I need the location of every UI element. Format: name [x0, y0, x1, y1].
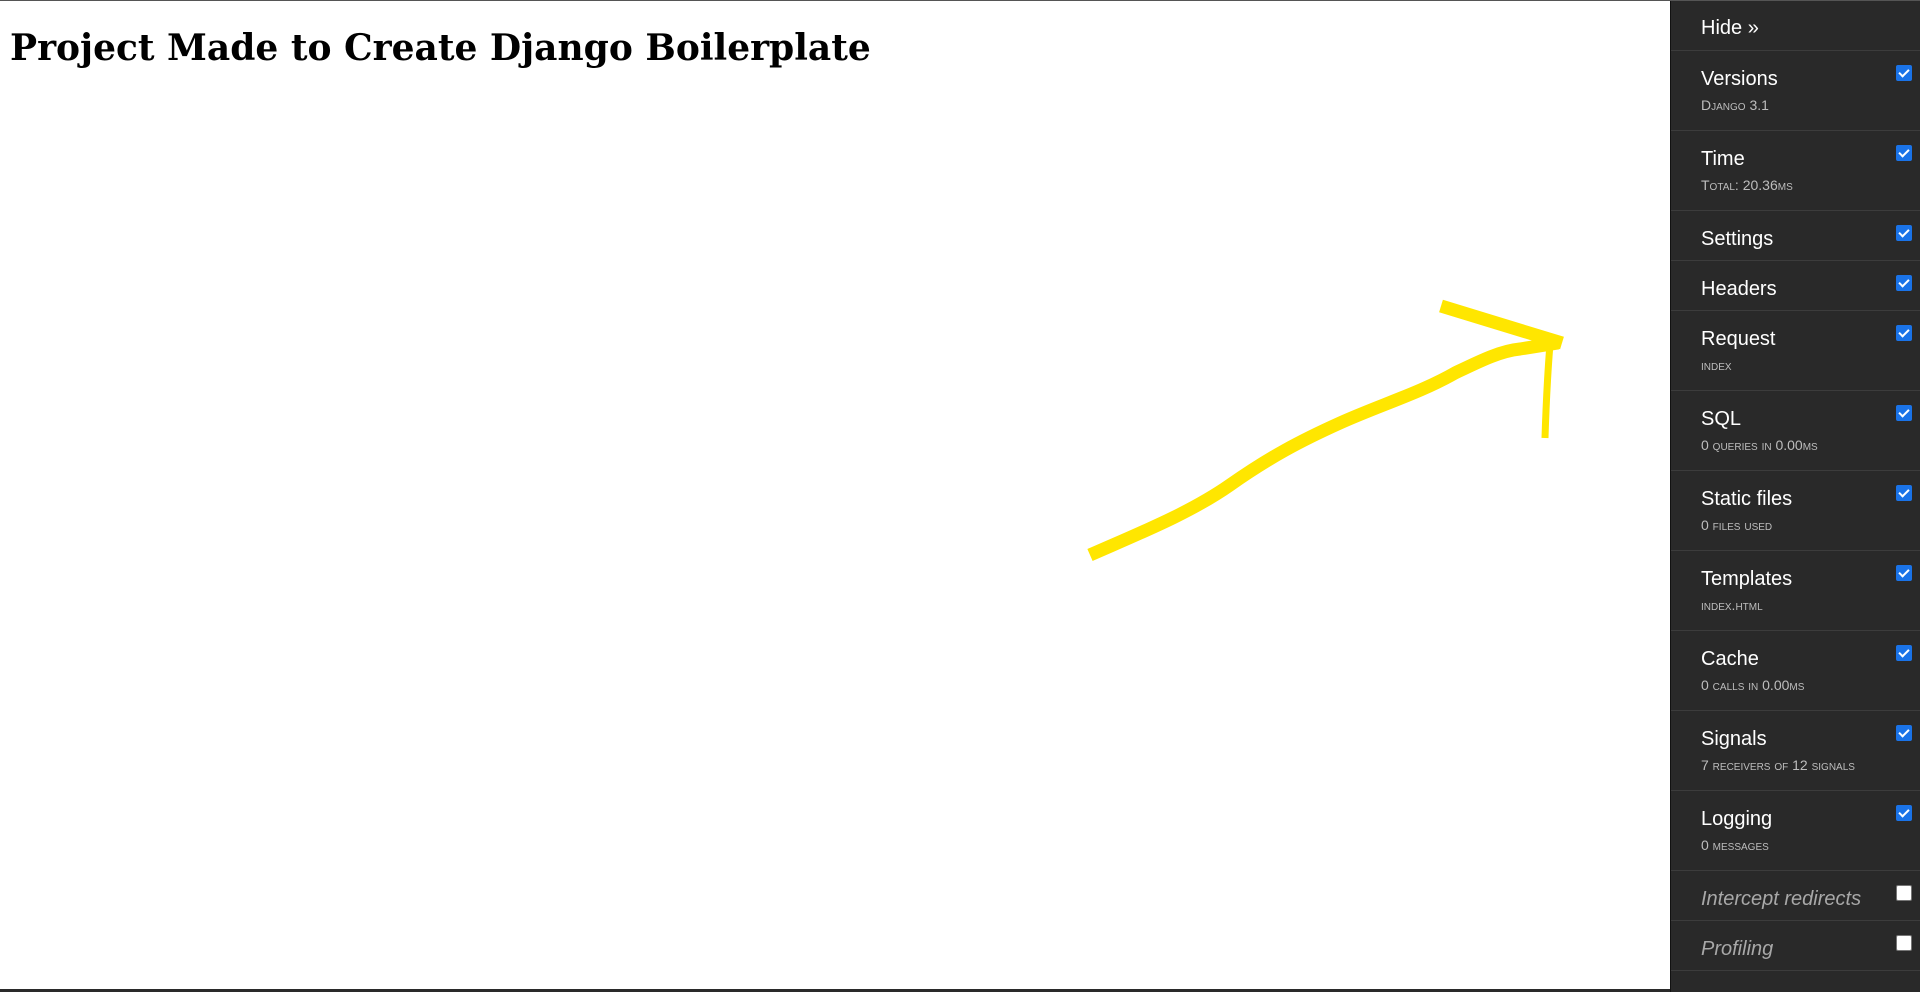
panel-templates[interactable]: Templates index.html — [1671, 551, 1920, 631]
panel-subtitle: Django 3.1 — [1701, 97, 1769, 113]
panel-title: Logging — [1701, 808, 1773, 830]
panel-versions[interactable]: Versions Django 3.1 — [1671, 51, 1920, 131]
debug-toolbar: Hide » Versions Django 3.1 Time Total: 2… — [1670, 1, 1920, 992]
panel-profiling[interactable]: Profiling — [1671, 921, 1920, 971]
panel-time[interactable]: Time Total: 20.36ms — [1671, 131, 1920, 211]
panel-title: Static files — [1701, 488, 1793, 510]
panel-toggle-checkbox[interactable] — [1896, 805, 1912, 821]
panel-toggle-checkbox[interactable] — [1896, 935, 1912, 951]
panel-subtitle: index.html — [1701, 597, 1763, 613]
panel-title: Versions — [1701, 68, 1778, 90]
panel-toggle-checkbox[interactable] — [1896, 725, 1912, 741]
panel-subtitle: 7 receivers of 12 signals — [1701, 757, 1855, 773]
yellow-arrow-annotation — [1087, 299, 1564, 561]
panel-toggle-checkbox[interactable] — [1896, 145, 1912, 161]
panel-toggle-checkbox[interactable] — [1896, 565, 1912, 581]
panel-static-files[interactable]: Static files 0 files used — [1671, 471, 1920, 551]
panel-settings[interactable]: Settings — [1671, 211, 1920, 261]
panel-title: Time — [1701, 148, 1745, 170]
arrow-shaft — [1087, 336, 1560, 561]
panel-intercept-redirects[interactable]: Intercept redirects — [1671, 871, 1920, 921]
panel-title: Templates — [1701, 568, 1793, 590]
panel-request[interactable]: Request index — [1671, 311, 1920, 391]
panel-title: Profiling — [1701, 938, 1774, 960]
panel-logging[interactable]: Logging 0 messages — [1671, 791, 1920, 871]
panel-title: Signals — [1701, 728, 1767, 750]
panel-title: SQL — [1701, 408, 1742, 430]
panel-title: Settings — [1701, 228, 1774, 250]
panel-toggle-checkbox[interactable] — [1896, 405, 1912, 421]
panel-title: Intercept redirects — [1701, 888, 1862, 910]
arrow-head-lower — [1541, 343, 1554, 439]
page: Project Made to Create Django Boilerplat… — [0, 0, 1920, 992]
page-heading: Project Made to Create Django Boilerplat… — [10, 27, 871, 69]
panel-sql[interactable]: SQL 0 queries in 0.00ms — [1671, 391, 1920, 471]
panel-toggle-checkbox[interactable] — [1896, 645, 1912, 661]
panel-title: Cache — [1701, 648, 1759, 670]
panel-toggle-checkbox[interactable] — [1896, 325, 1912, 341]
panel-toggle-checkbox[interactable] — [1896, 885, 1912, 901]
panel-toggle-checkbox[interactable] — [1896, 225, 1912, 241]
panel-toggle-checkbox[interactable] — [1896, 275, 1912, 291]
panel-headers[interactable]: Headers — [1671, 261, 1920, 311]
hide-toolbar-button[interactable]: Hide » — [1671, 1, 1920, 51]
panel-toggle-checkbox[interactable] — [1896, 485, 1912, 501]
panel-subtitle: 0 queries in 0.00ms — [1701, 437, 1818, 453]
panel-subtitle: index — [1701, 357, 1732, 373]
arrow-head-upper — [1439, 299, 1564, 350]
panel-toggle-checkbox[interactable] — [1896, 65, 1912, 81]
panel-cache[interactable]: Cache 0 calls in 0.00ms — [1671, 631, 1920, 711]
panel-subtitle: 0 files used — [1701, 517, 1773, 533]
panel-subtitle: 0 calls in 0.00ms — [1701, 677, 1805, 693]
panel-subtitle: 0 messages — [1701, 837, 1769, 853]
panel-subtitle: Total: 20.36ms — [1701, 177, 1793, 193]
panel-signals[interactable]: Signals 7 receivers of 12 signals — [1671, 711, 1920, 791]
panel-title: Headers — [1701, 278, 1777, 300]
panel-title: Request — [1701, 328, 1776, 350]
